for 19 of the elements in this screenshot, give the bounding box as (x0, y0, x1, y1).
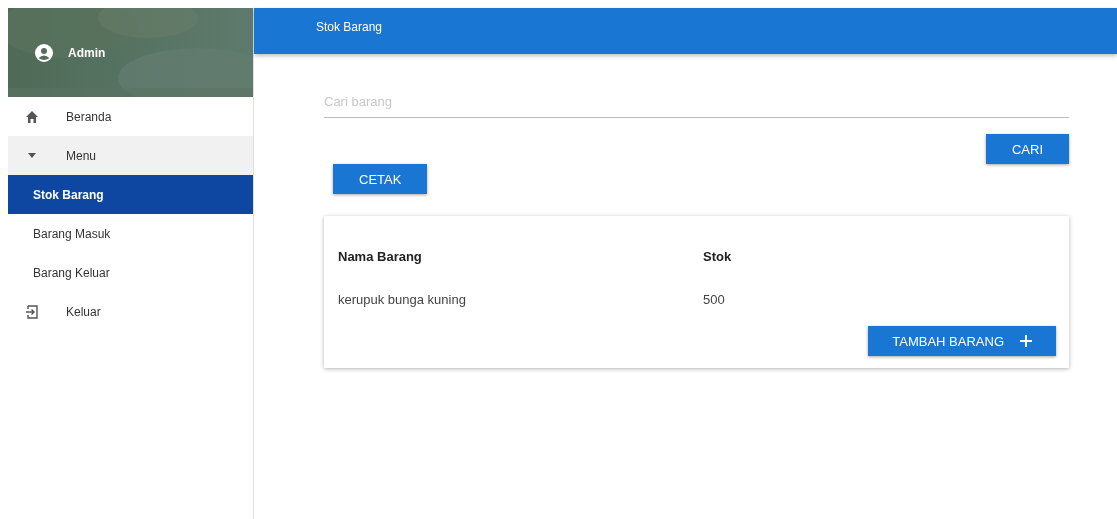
table-cell-text: kerupuk bunga kuning (337, 290, 467, 309)
sidebar-item[interactable]: Beranda (8, 97, 253, 136)
logout-icon (24, 303, 40, 320)
home-icon (24, 108, 40, 125)
add-button[interactable]: TAMBAH BARANG (868, 326, 1056, 356)
sidebar-item[interactable]: Barang Masuk (8, 214, 253, 253)
table-cell-text: 500 (702, 290, 726, 309)
page-title: Stok Barang (316, 20, 383, 36)
sidebar-item[interactable]: Stok Barang (8, 175, 253, 214)
column-header: Stok (702, 247, 733, 266)
sidebar-item[interactable]: Keluar (8, 292, 253, 331)
print-button[interactable]: CETAK (333, 164, 428, 194)
plus-icon (1020, 335, 1032, 347)
menu-group[interactable]: Menu (8, 136, 253, 175)
sidebar-item[interactable]: Barang Keluar (8, 253, 253, 292)
account-icon (35, 43, 53, 62)
search-button[interactable]: CARI (985, 134, 1069, 164)
user-name: Admin (68, 45, 106, 60)
column-header: Nama Barang (337, 247, 423, 266)
